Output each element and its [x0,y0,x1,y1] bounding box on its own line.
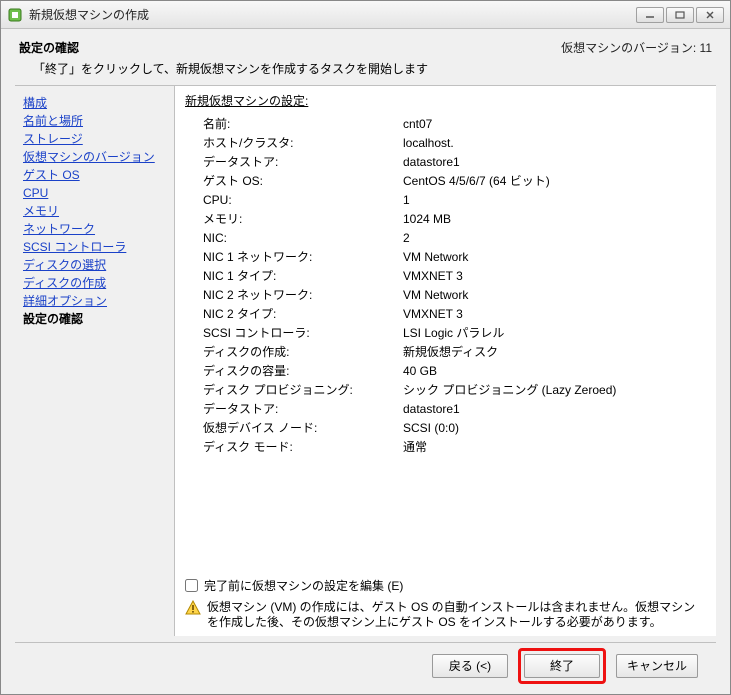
settings-label: データストア: [203,153,403,172]
close-button[interactable] [696,7,724,23]
settings-row: NIC:2 [203,229,706,248]
settings-row: NIC 1 タイプ:VMXNET 3 [203,267,706,286]
settings-label: ホスト/クラスタ: [203,134,403,153]
sidebar-step-link[interactable]: SCSI コントローラ [23,238,170,256]
warning-text: 仮想マシン (VM) の作成には、ゲスト OS の自動インストールは含まれません… [207,600,706,630]
minimize-button[interactable] [636,7,664,23]
settings-label: SCSI コントローラ: [203,324,403,343]
finish-button-highlight: 終了 [518,648,606,684]
settings-label: ディスク モード: [203,438,403,457]
settings-label: NIC 2 ネットワーク: [203,286,403,305]
sidebar-step-link[interactable]: ディスクの作成 [23,274,170,292]
settings-value: 1024 MB [403,210,706,229]
sidebar-step-link[interactable]: 詳細オプション [23,292,170,310]
settings-panel: 新規仮想マシンの設定: 名前:cnt07ホスト/クラスタ:localhost.デ… [175,86,716,636]
settings-row: データストア:datastore1 [203,400,706,419]
settings-value: 2 [403,229,706,248]
back-button[interactable]: 戻る (<) [432,654,508,678]
wizard-sidebar: 構成名前と場所ストレージ仮想マシンのバージョンゲスト OSCPUメモリネットワー… [15,86,175,636]
sidebar-step-current: 設定の確認 [23,310,170,328]
settings-value: datastore1 [403,400,706,419]
warning-row: 仮想マシン (VM) の作成には、ゲスト OS の自動インストールは含まれません… [185,600,706,630]
settings-value: VMXNET 3 [403,267,706,286]
settings-row: メモリ:1024 MB [203,210,706,229]
sidebar-step-link[interactable]: 仮想マシンのバージョン [23,148,170,166]
finish-button[interactable]: 終了 [524,654,600,678]
sidebar-step-link[interactable]: ネットワーク [23,220,170,238]
settings-label: NIC 1 ネットワーク: [203,248,403,267]
settings-row: ゲスト OS:CentOS 4/5/6/7 (64 ビット) [203,172,706,191]
sidebar-step-link[interactable]: 構成 [23,94,170,112]
maximize-button[interactable] [666,7,694,23]
settings-row: ホスト/クラスタ:localhost. [203,134,706,153]
settings-label: CPU: [203,191,403,210]
settings-row: ディスク プロビジョニング:シック プロビジョニング (Lazy Zeroed) [203,381,706,400]
settings-list: 名前:cnt07ホスト/クラスタ:localhost.データストア:datast… [185,111,706,565]
settings-label: 仮想デバイス ノード: [203,419,403,438]
settings-value: cnt07 [403,115,706,134]
settings-label: ディスクの容量: [203,362,403,381]
settings-value: SCSI (0:0) [403,419,706,438]
settings-value: CentOS 4/5/6/7 (64 ビット) [403,172,706,191]
edit-before-complete-label: 完了前に仮想マシンの設定を編集 (E) [204,577,403,594]
settings-row: CPU:1 [203,191,706,210]
window-title: 新規仮想マシンの作成 [29,6,636,23]
titlebar: 新規仮想マシンの作成 [1,1,730,29]
settings-label: データストア: [203,400,403,419]
settings-label: ディスクの作成: [203,343,403,362]
edit-before-complete-row: 完了前に仮想マシンの設定を編集 (E) [185,577,706,594]
page-subtitle: 「終了」をクリックして、新規仮想マシンを作成するタスクを開始します [33,60,712,77]
button-bar: 戻る (<) 終了 キャンセル [15,642,716,688]
settings-value: 1 [403,191,706,210]
settings-label: NIC 2 タイプ: [203,305,403,324]
settings-label: メモリ: [203,210,403,229]
warning-icon [185,600,201,616]
wizard-header: 設定の確認 仮想マシンのバージョン: 11 「終了」をクリックして、新規仮想マシ… [1,29,730,85]
settings-value: LSI Logic パラレル [403,324,706,343]
settings-value: datastore1 [403,153,706,172]
sidebar-step-link[interactable]: ストレージ [23,130,170,148]
settings-row: データストア:datastore1 [203,153,706,172]
sidebar-step-link[interactable]: ディスクの選択 [23,256,170,274]
settings-label: 名前: [203,115,403,134]
settings-row: NIC 2 タイプ:VMXNET 3 [203,305,706,324]
settings-value: 40 GB [403,362,706,381]
settings-row: SCSI コントローラ:LSI Logic パラレル [203,324,706,343]
settings-label: NIC 1 タイプ: [203,267,403,286]
settings-label: ディスク プロビジョニング: [203,381,403,400]
settings-row: 名前:cnt07 [203,115,706,134]
sidebar-step-link[interactable]: ゲスト OS [23,166,170,184]
settings-row: ディスク モード:通常 [203,438,706,457]
content-area: 構成名前と場所ストレージ仮想マシンのバージョンゲスト OSCPUメモリネットワー… [15,85,716,636]
settings-value: localhost. [403,134,706,153]
settings-row: ディスクの作成:新規仮想ディスク [203,343,706,362]
window-controls [636,7,724,23]
settings-row: NIC 1 ネットワーク:VM Network [203,248,706,267]
sidebar-step-link[interactable]: CPU [23,184,170,202]
settings-label: NIC: [203,229,403,248]
settings-row: ディスクの容量:40 GB [203,362,706,381]
settings-value: 通常 [403,438,706,457]
page-title: 設定の確認 [19,39,79,56]
settings-row: 仮想デバイス ノード:SCSI (0:0) [203,419,706,438]
app-icon [7,7,23,23]
settings-value: 新規仮想ディスク [403,343,706,362]
sidebar-step-link[interactable]: メモリ [23,202,170,220]
cancel-button[interactable]: キャンセル [616,654,698,678]
settings-value: VMXNET 3 [403,305,706,324]
settings-value: VM Network [403,248,706,267]
sidebar-step-link[interactable]: 名前と場所 [23,112,170,130]
vm-wizard-window: 新規仮想マシンの作成 設定の確認 仮想マシンのバージョン: 11 「終了」をクリ… [0,0,731,695]
settings-label: ゲスト OS: [203,172,403,191]
edit-before-complete-checkbox[interactable] [185,579,198,592]
vm-version-label: 仮想マシンのバージョン: 11 [561,39,712,56]
settings-value: VM Network [403,286,706,305]
settings-value: シック プロビジョニング (Lazy Zeroed) [403,381,706,400]
settings-row: NIC 2 ネットワーク:VM Network [203,286,706,305]
settings-heading: 新規仮想マシンの設定: [185,92,706,109]
